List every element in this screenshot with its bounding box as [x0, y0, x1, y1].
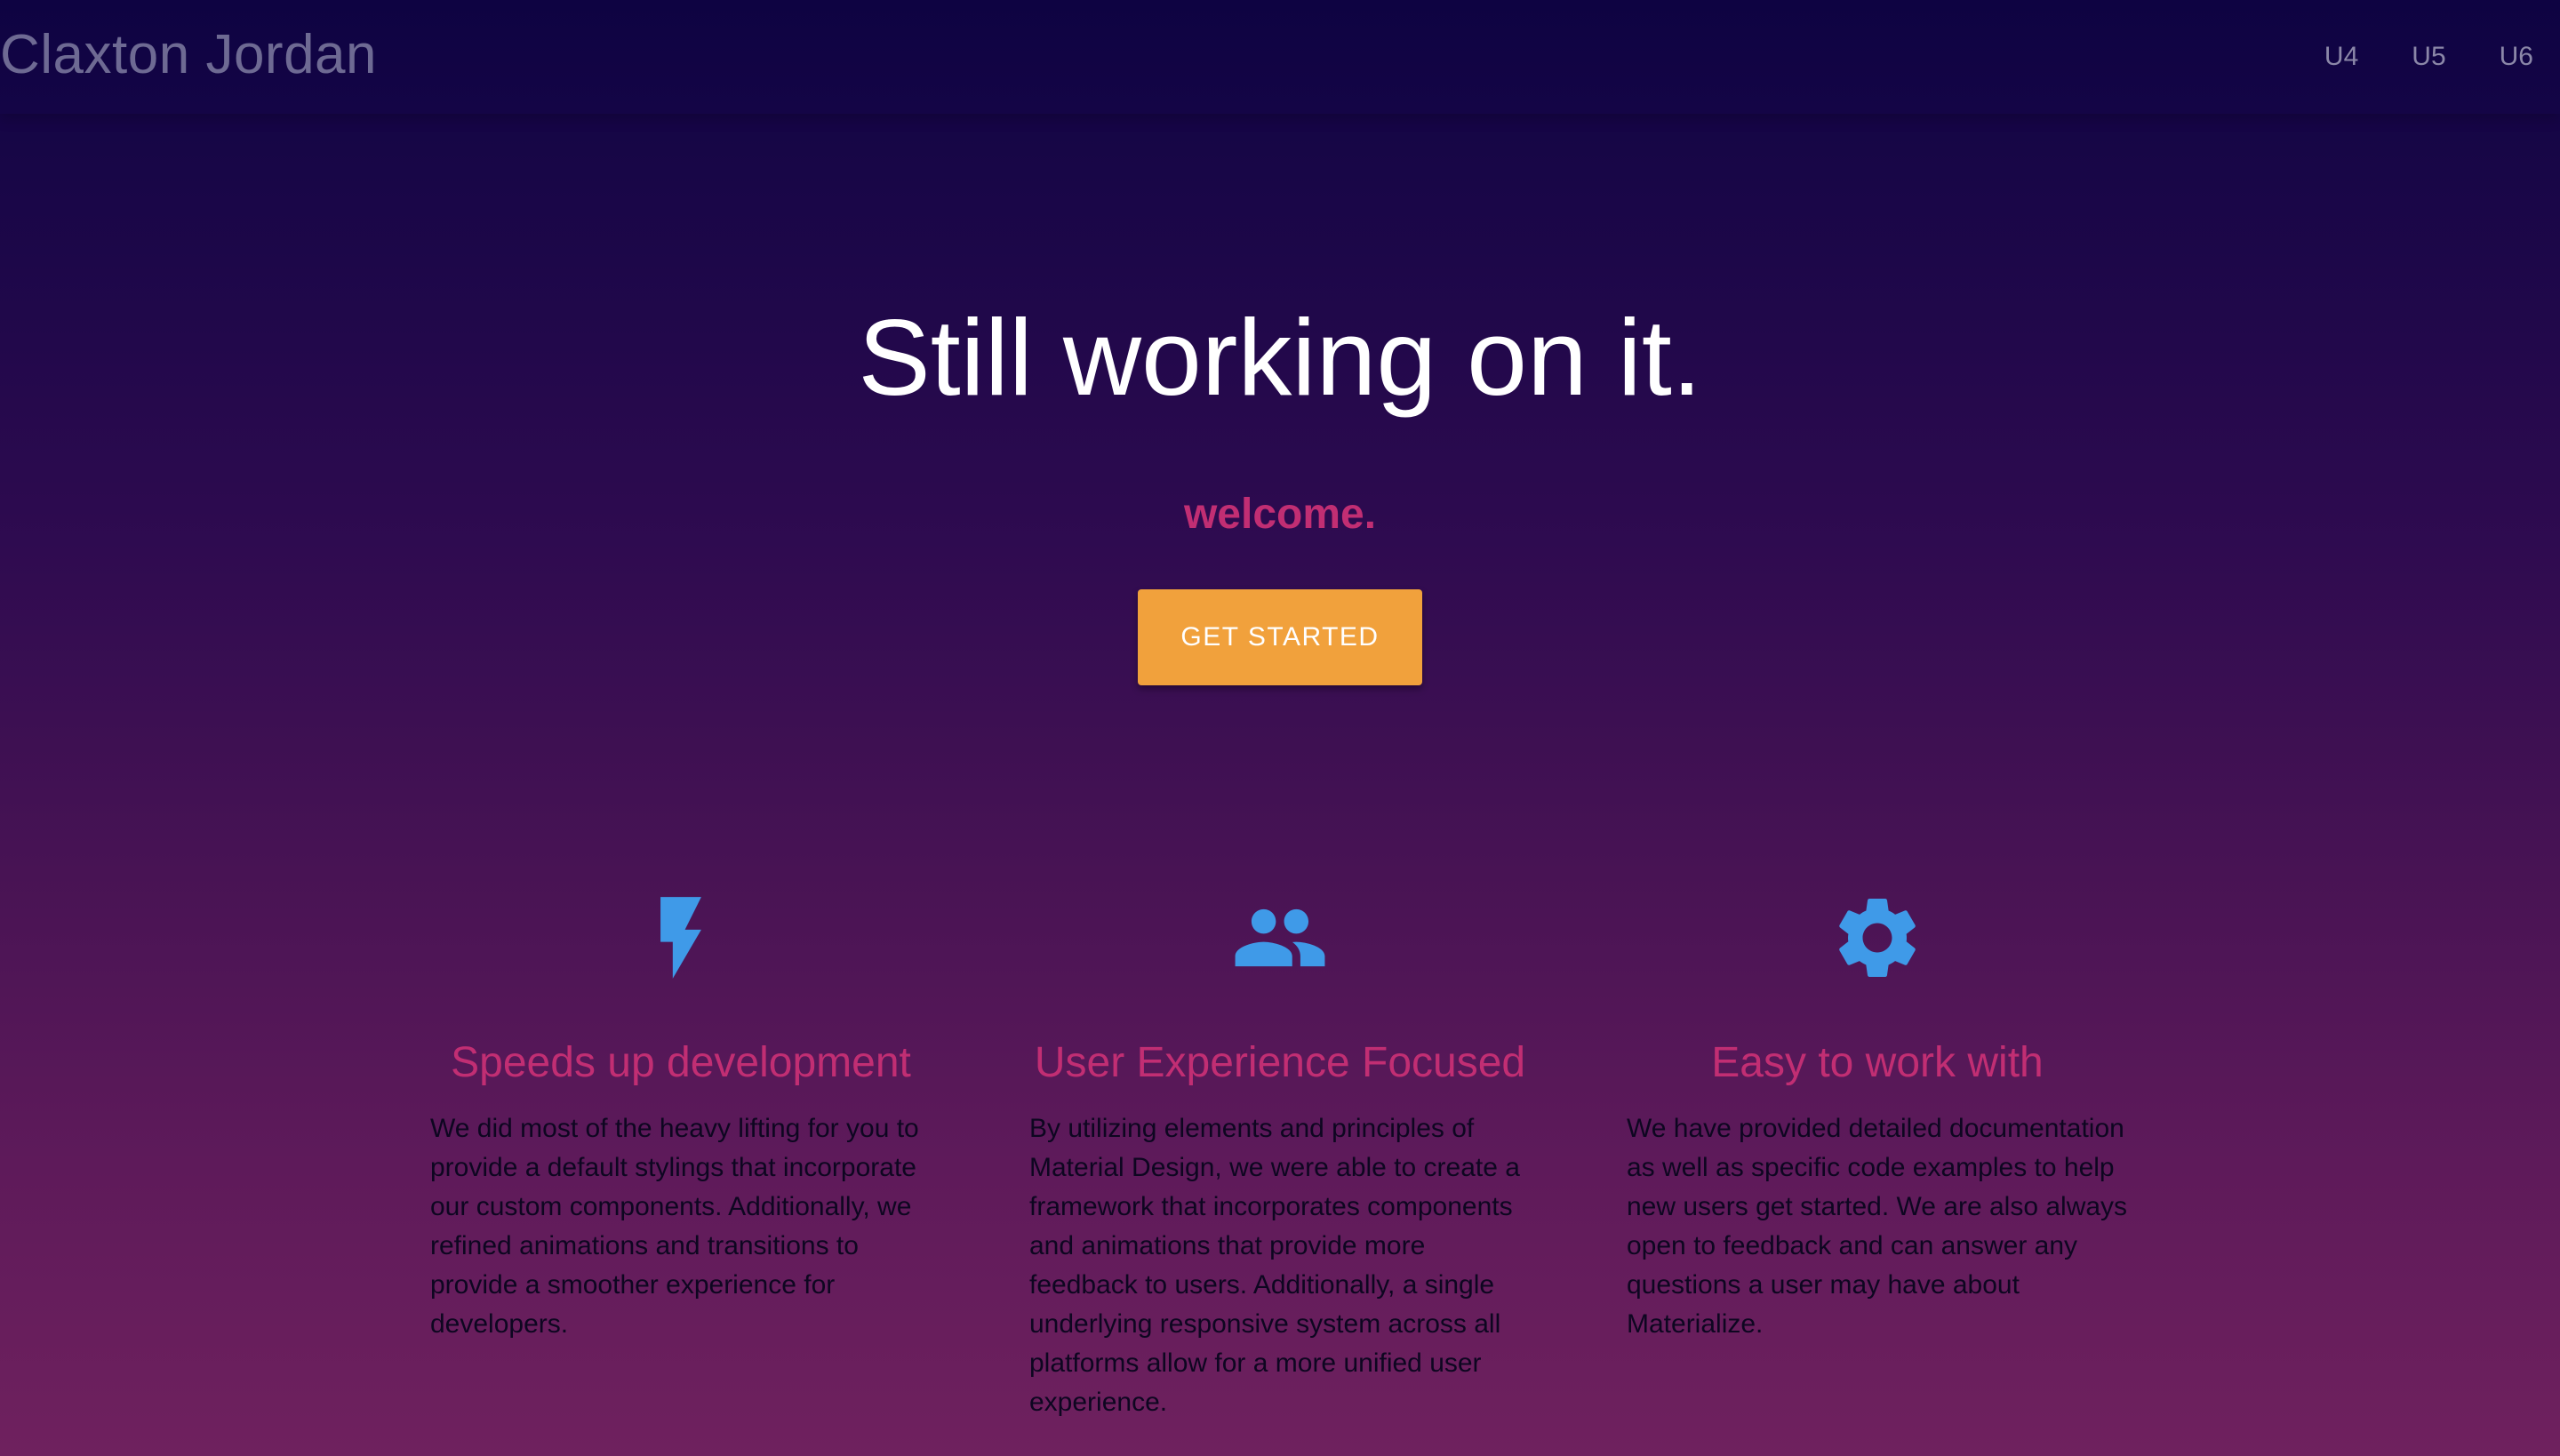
feature-description: By utilizing elements and principles of … — [1029, 1114, 1520, 1417]
feature-title: Speeds up development — [451, 1039, 911, 1086]
nav-links: U4 U5 U6 — [2298, 0, 2560, 114]
hero-title: Still working on it. — [858, 297, 1702, 418]
nav-link-u5[interactable]: U5 — [2385, 0, 2472, 114]
nav-link-u4[interactable]: U4 — [2298, 0, 2385, 114]
get-started-button[interactable]: GET STARTED — [1138, 589, 1422, 685]
feature-description: We have provided detailed documentation … — [1627, 1114, 2128, 1339]
group-icon — [1235, 908, 1325, 967]
feature-title: User Experience Focused — [1034, 1039, 1526, 1086]
feature-description: We did most of the heavy lifting for you… — [430, 1114, 919, 1339]
brand-logo[interactable]: Claxton Jordan — [0, 18, 377, 92]
feature-title: Easy to work with — [1711, 1039, 2044, 1086]
feature-card-easy: Easy to work with We have provided detai… — [1620, 889, 2135, 1344]
settings-icon — [1839, 899, 1916, 977]
navbar: Claxton Jordan U4 U5 U6 — [0, 0, 2560, 114]
hero-subtitle: welcome. — [1183, 491, 1377, 538]
feature-card-user-experience: User Experience Focused By utilizing ele… — [1022, 889, 1538, 1422]
feature-card-development: Speeds up development We did most of the… — [423, 889, 939, 1344]
nav-link-u6[interactable]: U6 — [2473, 0, 2560, 114]
flash-icon — [660, 897, 701, 979]
